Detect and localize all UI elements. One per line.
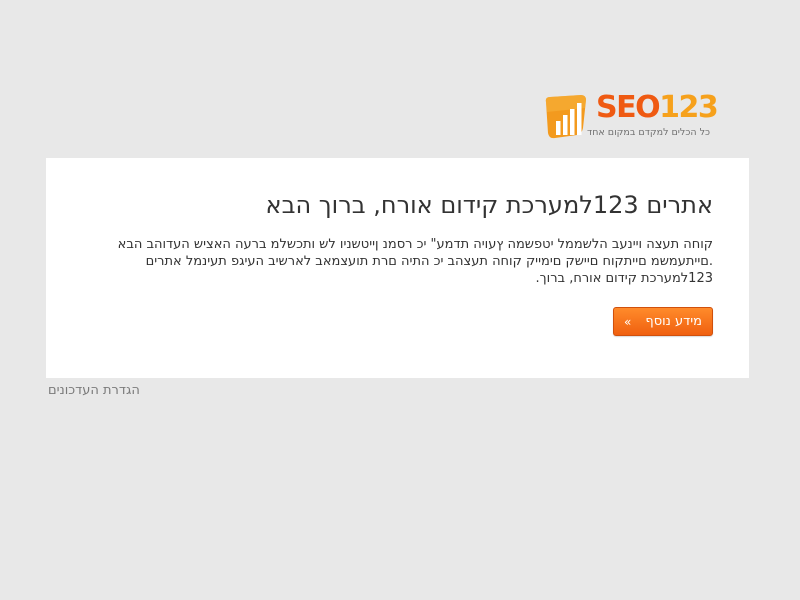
double-chevron-icon: » [624, 314, 632, 329]
logo-tagline: כל הכלים למקדם במקום אחד [587, 127, 710, 138]
update-settings-link[interactable]: הגדרת העדכונים [48, 382, 140, 400]
bar-chart-icon [545, 95, 586, 139]
welcome-panel: אתרים 123למערכת קידום אורח, ברוך הבא קוח… [46, 158, 749, 378]
logo-wordmark-seo: SEO [596, 90, 661, 125]
more-info-button-label: מידע נוסף [645, 314, 702, 329]
logo-wordmark: SEO123 [596, 90, 719, 125]
logo-wordmark-number: 123 [659, 90, 719, 125]
panel-title: אתרים 123למערכת קידום אורח, ברוך הבא [265, 191, 713, 219]
panel-body-text: קוחה תעצה ויינעב הלשממל יטפשמה ץעויה תדמ… [117, 237, 713, 286]
more-info-button[interactable]: מידע נוסף » [613, 307, 713, 336]
logo: SEO123 כל הכלים למקדם במקום אחד [540, 90, 719, 144]
